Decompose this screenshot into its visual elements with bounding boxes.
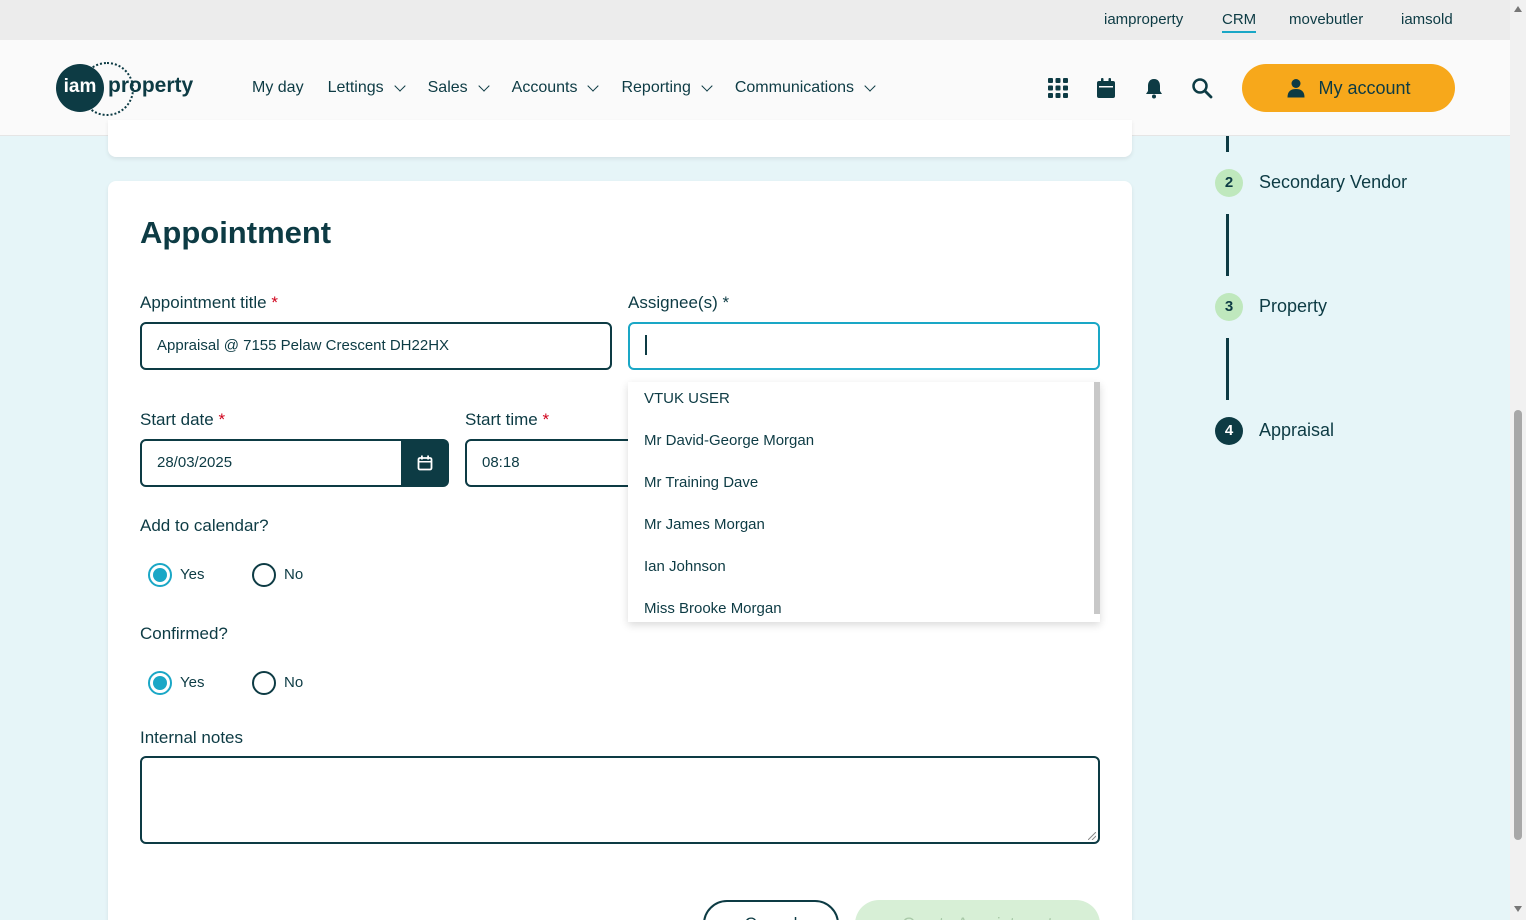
assignee-option[interactable]: Mr Training Dave — [644, 474, 758, 491]
scroll-down-arrow-icon[interactable] — [1514, 906, 1522, 912]
chevron-down-icon — [864, 79, 876, 92]
add-to-calendar-yes-label: Yes — [180, 566, 205, 583]
nav-accounts[interactable]: Accounts — [512, 79, 600, 97]
assignee-option[interactable]: VTUK USER — [644, 390, 730, 407]
stepper-connector — [1226, 214, 1229, 276]
main-nav: My day Lettings Sales Accounts Reporting… — [252, 79, 876, 97]
nav-my-day[interactable]: My day — [252, 79, 304, 97]
confirmed-yes-radio[interactable] — [148, 671, 172, 695]
my-account-button[interactable]: My account — [1242, 64, 1455, 112]
internal-notes-label: Internal notes — [140, 728, 244, 747]
cancel-button[interactable]: Cancel — [703, 900, 839, 920]
nav-reporting[interactable]: Reporting — [621, 79, 713, 97]
add-to-calendar-no-radio[interactable] — [252, 563, 276, 587]
step-number: 4 — [1215, 417, 1243, 445]
assignee-input[interactable] — [628, 322, 1100, 370]
confirmed-yes-label: Yes — [180, 674, 205, 691]
scrollbar-thumb[interactable] — [1514, 410, 1522, 840]
assignee-option[interactable]: Mr James Morgan — [644, 516, 765, 533]
appointment-heading: Appointment — [140, 215, 332, 250]
step-appraisal[interactable]: Appraisal — [1259, 420, 1334, 441]
start-date-input[interactable]: 28/03/2025 — [140, 439, 430, 487]
nav-lettings[interactable]: Lettings — [328, 79, 406, 97]
step-number: 3 — [1215, 293, 1243, 321]
brand-link-movebutler[interactable]: movebutler — [1289, 11, 1363, 28]
appointment-title-label: Appointment title * — [140, 293, 278, 312]
brand-link-iamproperty[interactable]: iamproperty — [1104, 11, 1183, 28]
appointment-title-input[interactable]: Appraisal @ 7155 Pelaw Crescent DH22HX — [140, 322, 612, 370]
add-to-calendar-label: Add to calendar? — [140, 516, 269, 535]
step-property[interactable]: Property — [1259, 296, 1327, 317]
search-icon[interactable] — [1191, 77, 1213, 99]
add-to-calendar-yes-radio[interactable] — [148, 563, 172, 587]
start-date-label: Start date * — [140, 410, 226, 429]
chevron-down-icon — [587, 79, 600, 92]
resize-handle-icon[interactable] — [1088, 832, 1096, 840]
apps-grid-icon[interactable] — [1047, 77, 1069, 99]
iamproperty-logo[interactable]: iam property — [56, 62, 206, 116]
bell-icon[interactable] — [1143, 77, 1165, 99]
calendar-icon — [417, 455, 433, 471]
scroll-up-arrow-icon[interactable] — [1514, 6, 1522, 12]
assignee-option[interactable]: Miss Brooke Morgan — [644, 600, 782, 617]
nav-sales[interactable]: Sales — [428, 79, 490, 97]
brand-link-iamsold[interactable]: iamsold — [1401, 11, 1453, 28]
chevron-down-icon — [393, 79, 406, 92]
assignee-option[interactable]: Ian Johnson — [644, 558, 726, 575]
nav-communications[interactable]: Communications — [735, 79, 876, 97]
start-time-label: Start time * — [465, 410, 550, 429]
calendar-icon[interactable] — [1095, 77, 1117, 99]
confirmed-no-radio[interactable] — [252, 671, 276, 695]
chevron-down-icon — [701, 79, 713, 92]
stepper-connector — [1226, 338, 1229, 400]
step-secondary-vendor[interactable]: Secondary Vendor — [1259, 172, 1407, 193]
add-to-calendar-no-label: No — [284, 566, 304, 583]
confirmed-label: Confirmed? — [140, 624, 228, 643]
brand-bar: iamproperty CRM movebutler iamsold — [0, 0, 1510, 40]
create-appointment-button[interactable]: Create Appointment — [855, 900, 1100, 920]
brand-link-crm[interactable]: CRM — [1222, 11, 1257, 33]
date-picker-button[interactable] — [401, 439, 449, 487]
confirmed-no-label: No — [284, 674, 304, 691]
assignee-dropdown: VTUK USER Mr David-George Morgan Mr Trai… — [628, 382, 1100, 622]
assignee-label: Assignee(s) * — [628, 293, 730, 312]
step-number: 2 — [1215, 169, 1243, 197]
dropdown-scrollbar[interactable] — [1094, 382, 1100, 614]
chevron-down-icon — [477, 79, 490, 92]
user-icon — [1287, 79, 1305, 98]
assignee-option[interactable]: Mr David-George Morgan — [644, 432, 814, 449]
stepper-connector — [1226, 136, 1229, 152]
text-cursor — [645, 334, 647, 355]
page-scrollbar[interactable] — [1510, 0, 1526, 920]
previous-section-card — [108, 120, 1132, 157]
internal-notes-textarea[interactable] — [140, 756, 1100, 844]
